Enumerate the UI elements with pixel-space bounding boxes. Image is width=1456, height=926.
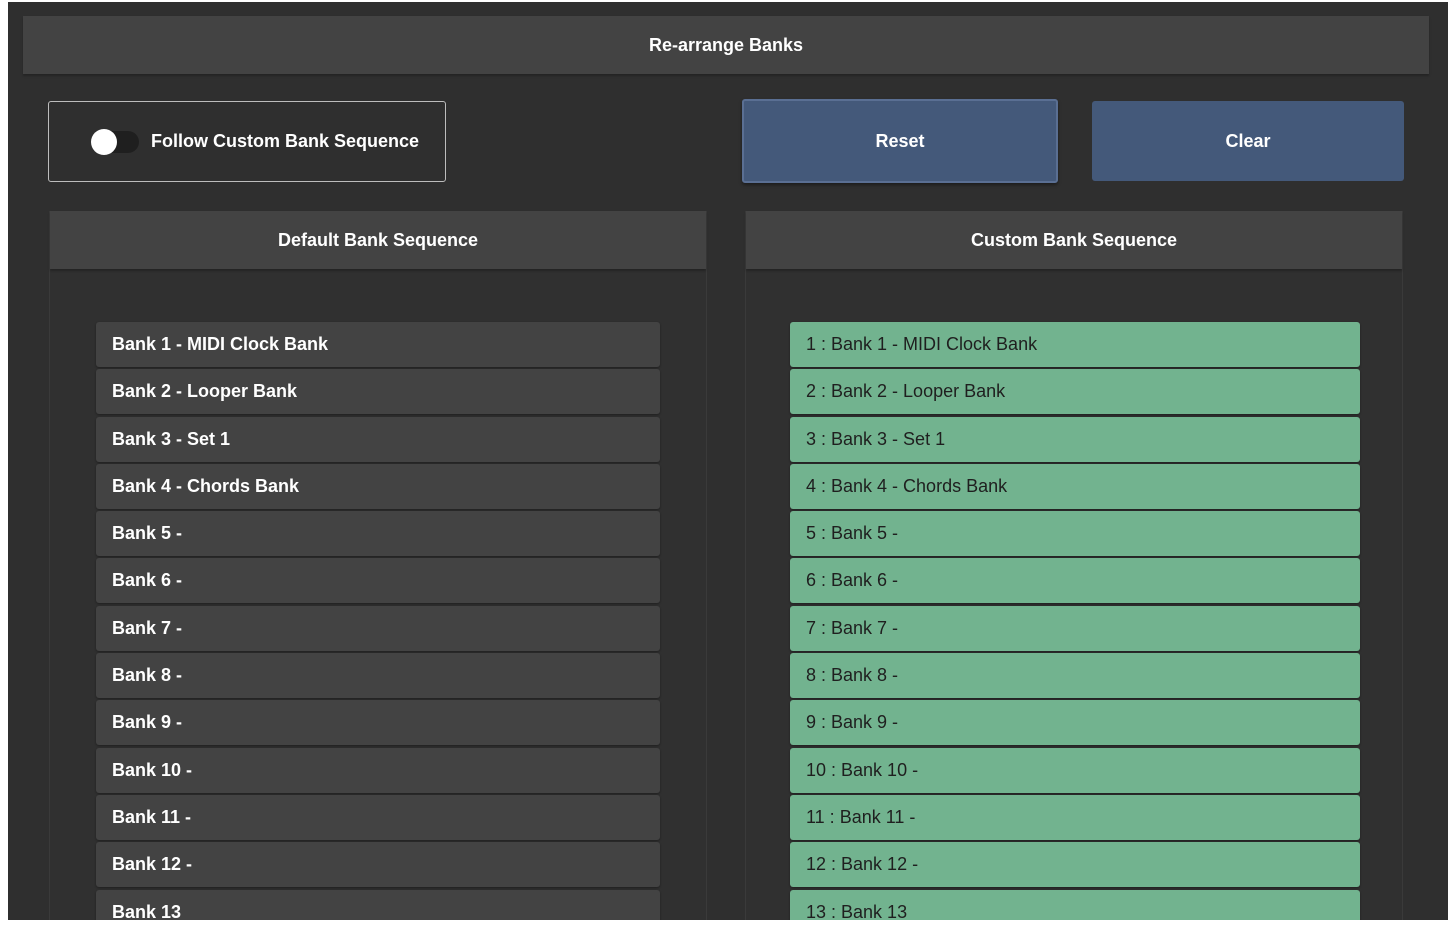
clear-button[interactable]: Clear	[1092, 101, 1404, 181]
custom-bank-item[interactable]: 12 : Bank 12 -	[790, 842, 1360, 888]
default-bank-sequence-panel: Default Bank Sequence Bank 1 - MIDI Cloc…	[49, 211, 707, 920]
default-bank-item[interactable]: Bank 10 -	[96, 747, 660, 793]
custom-bank-item[interactable]: 3 : Bank 3 - Set 1	[790, 416, 1360, 462]
page-title: Re-arrange Banks	[23, 16, 1429, 74]
rearrange-banks-window: Re-arrange Banks Follow Custom Bank Sequ…	[8, 2, 1448, 920]
default-bank-item[interactable]: Bank 7 -	[96, 605, 660, 651]
default-bank-item[interactable]: Bank 1 - MIDI Clock Bank	[96, 322, 660, 367]
toggle-knob	[91, 128, 117, 155]
toggle-switch[interactable]	[91, 128, 139, 155]
follow-custom-sequence-toggle[interactable]: Follow Custom Bank Sequence	[48, 101, 446, 182]
custom-bank-item[interactable]: 4 : Bank 4 - Chords Bank	[790, 463, 1360, 509]
default-bank-item[interactable]: Bank 2 - Looper Bank	[96, 369, 660, 415]
custom-bank-list: 1 : Bank 1 - MIDI Clock Bank 2 : Bank 2 -…	[790, 322, 1360, 920]
custom-bank-sequence-title: Custom Bank Sequence	[746, 211, 1402, 269]
custom-bank-item[interactable]: 9 : Bank 9 -	[790, 700, 1360, 746]
custom-bank-item[interactable]: 13 : Bank 13	[790, 889, 1360, 920]
custom-bank-item[interactable]: 11 : Bank 11 -	[790, 794, 1360, 840]
custom-bank-item[interactable]: 1 : Bank 1 - MIDI Clock Bank	[790, 322, 1360, 367]
custom-bank-item[interactable]: 6 : Bank 6 -	[790, 558, 1360, 604]
default-bank-item[interactable]: Bank 3 - Set 1	[96, 416, 660, 462]
default-bank-list: Bank 1 - MIDI Clock Bank Bank 2 - Looper …	[96, 322, 660, 920]
custom-bank-item[interactable]: 5 : Bank 5 -	[790, 511, 1360, 557]
default-bank-item[interactable]: Bank 13	[96, 889, 660, 920]
custom-bank-item[interactable]: 10 : Bank 10 -	[790, 747, 1360, 793]
follow-custom-sequence-label: Follow Custom Bank Sequence	[151, 131, 420, 151]
custom-bank-sequence-panel: Custom Bank Sequence 1 : Bank 1 - MIDI C…	[745, 211, 1403, 920]
default-bank-item[interactable]: Bank 8 -	[96, 653, 660, 699]
custom-bank-item[interactable]: 2 : Bank 2 - Looper Bank	[790, 369, 1360, 415]
default-bank-item[interactable]: Bank 6 -	[96, 558, 660, 604]
default-bank-item[interactable]: Bank 9 -	[96, 700, 660, 746]
custom-bank-item[interactable]: 7 : Bank 7 -	[790, 605, 1360, 651]
default-bank-sequence-title: Default Bank Sequence	[50, 211, 706, 269]
default-bank-item[interactable]: Bank 4 - Chords Bank	[96, 463, 660, 509]
default-bank-item[interactable]: Bank 12 -	[96, 842, 660, 888]
default-bank-item[interactable]: Bank 11 -	[96, 794, 660, 840]
reset-button[interactable]: Reset	[742, 99, 1058, 183]
custom-bank-item[interactable]: 8 : Bank 8 -	[790, 653, 1360, 699]
default-bank-item[interactable]: Bank 5 -	[96, 511, 660, 557]
